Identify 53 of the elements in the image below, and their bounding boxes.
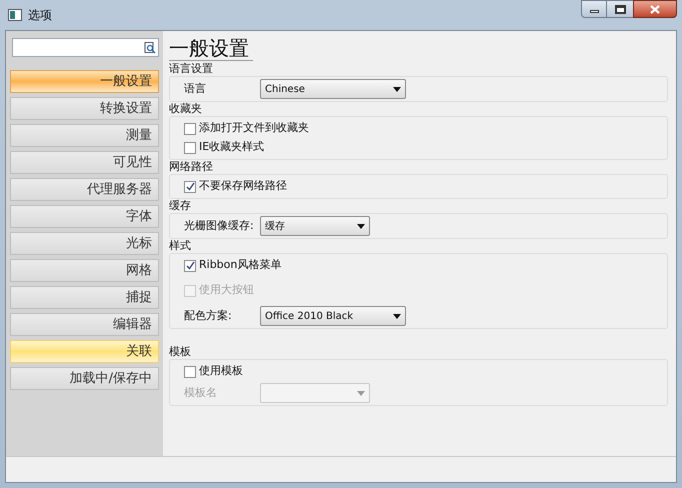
caret-icon	[357, 390, 365, 396]
close-icon	[650, 4, 660, 14]
field-label: 语言	[184, 80, 207, 97]
checkbox-label: 不要保存网络路径	[199, 178, 287, 194]
checkbox-label: 使用大按钮	[199, 282, 254, 298]
sidebar-item[interactable]: 可见性	[10, 151, 159, 174]
checkbox-label: 使用模板	[199, 363, 243, 380]
field-label: 配色方案:	[184, 308, 233, 324]
checkbox-label: IE收藏夹样式	[199, 139, 264, 156]
checkmark-icon	[186, 182, 194, 191]
checkmark-icon	[186, 261, 194, 270]
checkbox[interactable]	[184, 142, 196, 154]
search-field[interactable]	[12, 38, 159, 57]
app-icon	[8, 8, 22, 22]
section-title: 样式	[169, 239, 192, 253]
sidebar-item[interactable]: 测量	[10, 124, 159, 147]
dropdown[interactable]: Office 2010 Black	[260, 306, 406, 326]
checkbox[interactable]	[184, 366, 196, 378]
close-button[interactable]	[633, 0, 677, 18]
sidebar-item[interactable]: 网格	[10, 259, 159, 282]
caret-icon	[393, 314, 401, 318]
section-title: 语言设置	[169, 62, 214, 76]
maximize-icon	[614, 4, 626, 14]
minimize-icon	[590, 10, 598, 13]
checkbox[interactable]	[184, 180, 196, 192]
sidebar-item[interactable]: 加载中/保存中	[10, 367, 159, 390]
section-title: 收藏夹	[169, 102, 203, 116]
section-title: 模板	[169, 345, 192, 359]
sidebar-item[interactable]: 捕捉	[10, 286, 159, 309]
sidebar-item[interactable]: 关联	[10, 340, 159, 363]
dropdown[interactable]: Chinese	[260, 79, 406, 99]
dropdown[interactable]: 缓存	[260, 216, 370, 236]
checkbox-label: Ribbon风格菜单	[199, 257, 282, 274]
sidebar-item[interactable]: 转换设置	[10, 97, 159, 120]
checkbox-label: 添加打开文件到收藏夹	[199, 120, 309, 136]
window-title: 选项	[28, 7, 52, 24]
sidebar-item[interactable]: 光标	[10, 232, 159, 255]
page-title: 一般设置	[169, 36, 253, 61]
checkbox[interactable]	[184, 260, 196, 272]
field-label: 光栅图像缓存:	[184, 218, 255, 234]
field-label: 模板名	[184, 384, 218, 401]
section-title: 网络路径	[169, 160, 214, 174]
checkbox[interactable]	[184, 122, 196, 134]
minimize-button[interactable]	[581, 0, 607, 18]
maximize-button[interactable]	[607, 0, 633, 18]
caret-icon	[393, 86, 401, 92]
caret-icon	[357, 224, 365, 228]
sidebar-item[interactable]: 字体	[10, 205, 159, 228]
sidebar-item[interactable]: 编辑器	[10, 313, 159, 336]
section-title: 缓存	[169, 199, 192, 213]
search-icon	[144, 42, 156, 54]
sidebar-item[interactable]: 一般设置	[10, 70, 159, 93]
sidebar-item[interactable]: 代理服务器	[10, 178, 159, 201]
